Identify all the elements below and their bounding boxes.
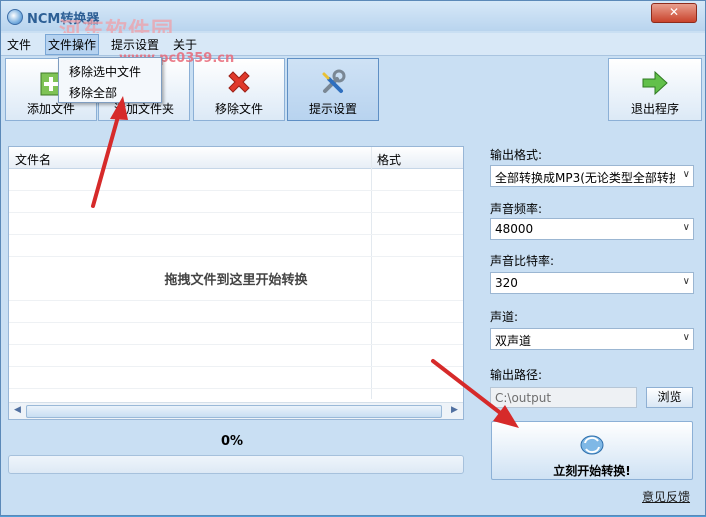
feedback-link[interactable]: 意见反馈 <box>642 488 690 505</box>
row-line <box>9 322 463 323</box>
prompt-settings-label: 提示设置 <box>308 102 357 116</box>
row-line <box>9 234 463 235</box>
horizontal-scrollbar[interactable]: ◀ ▶ <box>9 402 463 419</box>
output-format-value: 全部转换成MP3(无论类型全部转换) <box>495 171 675 185</box>
row-line <box>9 212 463 213</box>
bitrate-label: 声音比特率: <box>490 254 555 268</box>
column-filename[interactable]: 文件名 <box>15 151 51 168</box>
chevron-down-icon: ∨ <box>682 169 690 180</box>
browse-button[interactable]: 浏览 <box>646 387 693 408</box>
sample-rate-value: 48000 <box>495 222 534 236</box>
row-line <box>9 256 463 257</box>
chevron-down-icon: ∨ <box>682 222 690 233</box>
row-line <box>9 366 463 367</box>
progress-bar <box>8 455 464 474</box>
column-format[interactable]: 格式 <box>377 151 401 168</box>
row-line <box>9 300 463 301</box>
row-line <box>9 344 463 345</box>
chevron-down-icon: ∨ <box>682 276 690 287</box>
output-path-field[interactable] <box>490 387 639 408</box>
file-list[interactable]: 文件名 格式 拖拽文件到这里开始转换 ◀ ▶ <box>8 146 464 420</box>
menu-file-operations[interactable]: 文件操作 <box>45 34 100 55</box>
scroll-right-icon[interactable]: ▶ <box>448 404 461 417</box>
output-path-label: 输出路径: <box>490 368 543 382</box>
file-list-header: 文件名 格式 <box>9 147 463 169</box>
remove-x-icon <box>228 71 250 93</box>
sample-rate-label: 声音频率: <box>490 202 543 216</box>
title-bar[interactable]: NCM转换器 河东软件园 ✕ <box>1 1 705 44</box>
menu-bar: 文件 文件操作 提示设置 关于 <box>1 33 705 56</box>
app-window: NCM转换器 河东软件园 ✕ 文件 文件操作 提示设置 关于 添加文件 添加文件… <box>0 0 706 516</box>
drop-hint: 拖拽文件到这里开始转换 <box>164 273 308 288</box>
tools-wrench-screwdriver-icon <box>322 69 346 93</box>
file-operations-dropdown: 移除选中文件 移除全部 <box>58 57 162 103</box>
output-path-input[interactable] <box>491 388 639 408</box>
channel-select[interactable]: 双声道 ∨ <box>490 328 694 350</box>
menu-remove-all[interactable]: 移除全部 <box>69 84 117 101</box>
exit-label: 退出程序 <box>630 102 679 116</box>
output-format-select[interactable]: 全部转换成MP3(无论类型全部转换) ∨ <box>490 165 694 187</box>
output-format-label: 输出格式: <box>490 148 543 162</box>
channel-label: 声道: <box>490 310 519 324</box>
bitrate-value: 320 <box>495 276 518 290</box>
convert-refresh-icon <box>580 435 604 455</box>
close-button[interactable]: ✕ <box>651 3 697 23</box>
menu-remove-selected[interactable]: 移除选中文件 <box>69 63 141 80</box>
chevron-down-icon: ∨ <box>682 332 690 343</box>
start-convert-label: 立刻开始转换! <box>553 464 631 478</box>
app-logo-icon <box>7 9 23 25</box>
progress-percent: 0% <box>221 434 244 449</box>
menu-file[interactable]: 文件 <box>7 36 31 53</box>
exit-button[interactable]: 退出程序 <box>608 58 702 121</box>
row-line <box>9 388 463 389</box>
scrollbar-thumb[interactable] <box>26 405 442 418</box>
remove-file-label: 移除文件 <box>214 102 263 116</box>
sample-rate-select[interactable]: 48000 ∨ <box>490 218 694 240</box>
bitrate-select[interactable]: 320 ∨ <box>490 272 694 294</box>
row-line <box>9 190 463 191</box>
start-convert-button[interactable]: 立刻开始转换! <box>491 421 693 480</box>
exit-arrow-icon <box>642 70 668 96</box>
channel-value: 双声道 <box>495 334 532 348</box>
prompt-settings-button[interactable]: 提示设置 <box>287 58 379 121</box>
remove-file-button[interactable]: 移除文件 <box>193 58 285 121</box>
scroll-left-icon[interactable]: ◀ <box>11 404 24 417</box>
